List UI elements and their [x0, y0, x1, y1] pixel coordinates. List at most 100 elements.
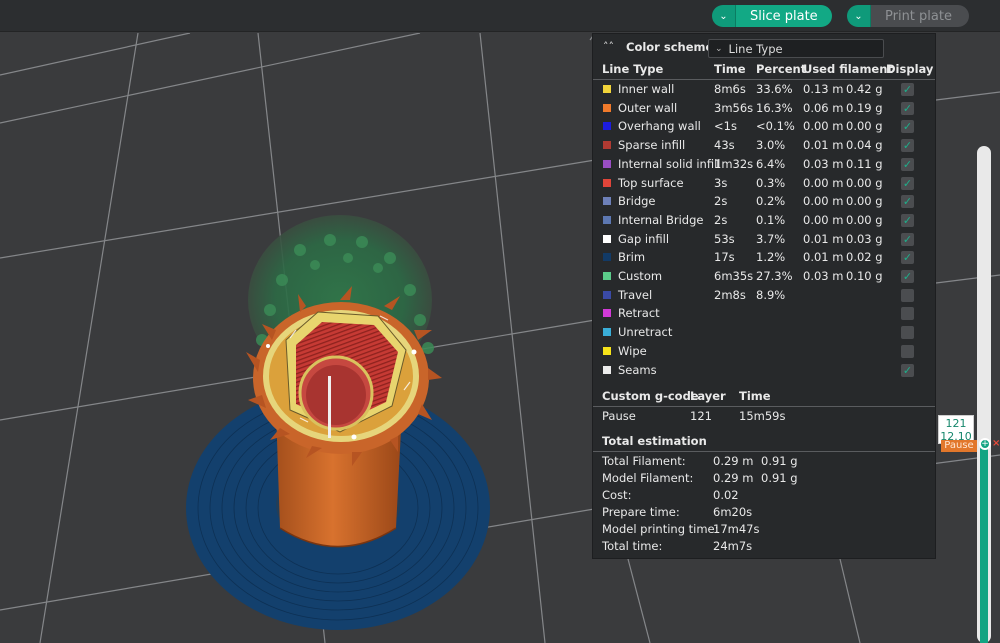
slice-options-dropdown[interactable]: ⌄ — [712, 5, 736, 27]
legend-row: Outer wall 3m56s 16.3% 0.06 m 0.19 g ✓ — [593, 100, 935, 118]
line-type-name: Gap infill — [618, 231, 670, 246]
line-type-percent: 3.7% — [756, 231, 786, 246]
custom-gcode-layer-header: Layer — [690, 389, 726, 403]
col-header-display: Display — [886, 62, 934, 76]
display-checkbox[interactable]: ✓ — [901, 232, 914, 246]
filament-weight: 0.02 g — [846, 250, 883, 265]
print-plate-button[interactable]: Print plate — [871, 5, 969, 27]
legend-row: Top surface 3s 0.3% 0.00 m 0.00 g ✓ — [593, 175, 935, 193]
slice-plate-button[interactable]: Slice plate — [736, 5, 832, 27]
filament-weight: 0.19 g — [846, 100, 883, 115]
filament-weight: 0.03 g — [846, 231, 883, 246]
line-type-time: 17s — [714, 250, 735, 265]
color-swatch — [603, 122, 611, 131]
col-header-percent: Percent — [756, 62, 807, 76]
color-swatch — [603, 85, 611, 93]
display-checkbox[interactable]: ✓ — [901, 251, 914, 265]
filament-weight: 0.00 g — [846, 175, 883, 190]
display-checkbox[interactable] — [901, 307, 914, 321]
line-type-percent: 0.1% — [756, 212, 786, 227]
line-type-percent: 27.3% — [756, 269, 793, 283]
estimation-value-secondary: 0.91 g — [761, 471, 798, 485]
filament-weight: 0.42 g — [846, 82, 883, 96]
filament-length: 0.01 m — [803, 250, 844, 265]
display-checkbox[interactable]: ✓ — [901, 270, 914, 283]
line-type-percent: 1.2% — [756, 250, 786, 265]
filament-length: 0.03 m — [803, 269, 844, 283]
estimation-value: 17m47s — [713, 522, 760, 536]
line-type-time: 2s — [714, 194, 728, 209]
filament-length: 0.00 m — [803, 119, 844, 134]
custom-gcode-layer: 121 — [690, 409, 712, 423]
display-checkbox[interactable]: ✓ — [901, 157, 914, 171]
line-type-time: 2s — [714, 212, 728, 227]
collapse-icon[interactable]: ˄˄ — [603, 40, 614, 53]
color-swatch — [603, 178, 611, 187]
slice-plate-button-group: ⌄ Slice plate — [712, 5, 832, 27]
line-type-name: Brim — [618, 250, 646, 265]
estimation-value: 0.29 m — [713, 454, 754, 468]
estimation-value: 0.02 — [713, 488, 739, 502]
filament-length: 0.00 m — [803, 212, 844, 227]
display-checkbox[interactable]: ✓ — [901, 363, 914, 377]
chevron-down-icon: ⌄ — [715, 43, 723, 54]
display-checkbox[interactable]: ✓ — [901, 195, 914, 209]
filament-length: 0.06 m — [803, 100, 844, 115]
color-swatch — [603, 141, 611, 150]
legend-row: Gap infill 53s 3.7% 0.01 m 0.03 g ✓ — [593, 231, 935, 249]
line-type-time: 3s — [714, 175, 728, 190]
filament-length: 0.00 m — [803, 194, 844, 209]
legend-row: Retract — [593, 305, 935, 323]
color-scheme-label: Color scheme — [626, 40, 714, 54]
filament-weight: 0.00 g — [846, 212, 883, 227]
legend-row: Custom 6m35s 27.3% 0.03 m 0.10 g ✓ — [593, 268, 935, 286]
filament-length: 0.03 m — [803, 156, 844, 171]
line-type-time: 2m8s — [714, 287, 746, 302]
color-scheme-select[interactable]: ⌄ Line Type — [708, 39, 884, 58]
filament-weight: 0.04 g — [846, 138, 883, 153]
display-checkbox[interactable]: ✓ — [901, 139, 914, 153]
display-checkbox[interactable]: ✓ — [901, 176, 914, 190]
filament-length: 0.13 m — [803, 82, 844, 96]
legend-row: Wipe — [593, 343, 935, 361]
print-options-dropdown[interactable]: ⌄ — [847, 5, 871, 27]
color-swatch — [603, 103, 611, 112]
remove-pause-icon[interactable]: × — [992, 438, 1000, 449]
line-type-percent: 0.2% — [756, 194, 786, 209]
line-type-time: <1s — [714, 119, 737, 134]
color-swatch — [603, 346, 611, 355]
line-type-name: Internal solid infill — [618, 156, 721, 171]
estimation-label: Model Filament: — [602, 471, 694, 485]
line-type-time: 8m6s — [714, 82, 746, 96]
display-checkbox[interactable] — [901, 344, 914, 358]
display-checkbox[interactable] — [901, 288, 914, 302]
filament-weight: 0.11 g — [846, 156, 883, 171]
estimation-label: Model printing time: — [602, 522, 719, 536]
line-type-name: Top surface — [618, 175, 684, 190]
filament-weight: 0.10 g — [846, 269, 883, 283]
legend-row: Overhang wall <1s <0.1% 0.00 m 0.00 g ✓ — [593, 118, 935, 136]
line-type-name: Overhang wall — [618, 119, 701, 134]
color-swatch — [603, 272, 611, 280]
legend-row: Seams ✓ — [593, 362, 935, 380]
line-type-name: Seams — [618, 362, 657, 377]
print-plate-button-group: ⌄ Print plate — [847, 5, 969, 27]
line-type-name: Internal Bridge — [618, 212, 704, 227]
estimation-value: 6m20s — [713, 505, 753, 519]
display-checkbox[interactable]: ✓ — [901, 101, 914, 115]
line-type-time: 1m32s — [714, 156, 754, 171]
estimation-label: Total Filament: — [602, 454, 686, 468]
filament-weight: 0.00 g — [846, 194, 883, 209]
col-header-type: Line Type — [602, 62, 664, 76]
display-checkbox[interactable]: ✓ — [901, 213, 914, 227]
legend-row: Internal Bridge 2s 0.1% 0.00 m 0.00 g ✓ — [593, 212, 935, 230]
display-checkbox[interactable]: ✓ — [901, 83, 914, 96]
line-type-name: Wipe — [618, 343, 647, 358]
display-checkbox[interactable]: ✓ — [901, 120, 914, 134]
chevron-down-icon: ⌄ — [719, 10, 728, 22]
pause-marker[interactable]: Pause — [941, 440, 977, 453]
display-checkbox[interactable] — [901, 326, 914, 340]
layer-number: 121 — [945, 417, 967, 431]
color-swatch — [603, 365, 611, 374]
estimation-label: Prepare time: — [602, 505, 680, 519]
